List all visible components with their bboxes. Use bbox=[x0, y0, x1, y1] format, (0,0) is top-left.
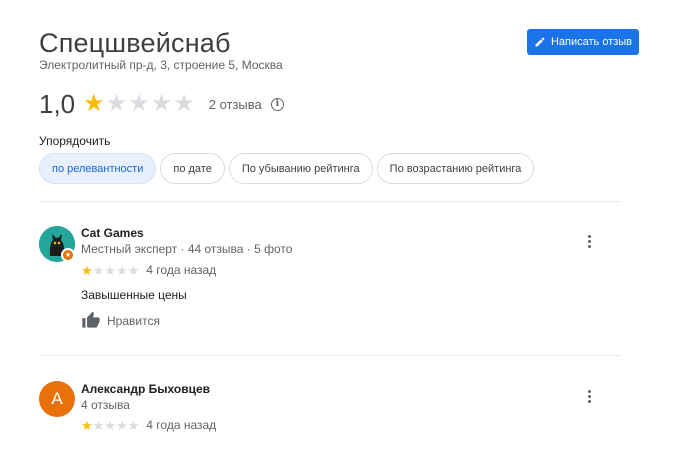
review-stars: ★ ★ ★ ★ ★ bbox=[81, 264, 139, 277]
sort-options: по релевантности по дате По убыванию рей… bbox=[39, 153, 535, 184]
star-empty-icon: ★ bbox=[150, 90, 173, 117]
star-empty-icon: ★ bbox=[115, 262, 128, 278]
review-rating-row: ★ ★ ★ ★ ★ 4 года назад bbox=[81, 263, 216, 277]
review-text: Завышенные цены bbox=[81, 288, 187, 302]
star-empty-icon: ★ bbox=[104, 417, 116, 433]
rating-summary: 1,0 ★ ★ ★ ★ ★ 2 отзыва i bbox=[39, 88, 284, 120]
star-empty-icon: ★ bbox=[127, 417, 140, 433]
sort-label: Упорядочить bbox=[39, 134, 111, 148]
star-filled-icon: ★ bbox=[81, 417, 93, 433]
place-title: Спецшвейснаб bbox=[39, 28, 231, 58]
author-avatar[interactable]: А bbox=[39, 381, 75, 417]
star-empty-icon: ★ bbox=[173, 90, 195, 117]
review-time: 4 года назад bbox=[146, 418, 217, 432]
info-icon[interactable]: i bbox=[270, 97, 284, 111]
divider bbox=[39, 201, 621, 202]
like-button[interactable]: Нравится bbox=[81, 311, 160, 330]
sort-chip-rating-asc[interactable]: По возрастанию рейтинга bbox=[376, 153, 535, 184]
review-author-meta: 4 отзыва bbox=[81, 398, 130, 412]
star-empty-icon: ★ bbox=[115, 417, 128, 433]
star-empty-icon: ★ bbox=[92, 417, 105, 433]
sort-chip-relevance[interactable]: по релевантности bbox=[39, 153, 157, 184]
star-empty-icon: ★ bbox=[105, 90, 128, 117]
write-review-button[interactable]: Написать отзыв bbox=[527, 29, 639, 55]
like-label: Нравится bbox=[107, 313, 160, 328]
rating-stars: ★ ★ ★ ★ ★ bbox=[83, 92, 195, 116]
star-empty-icon: ★ bbox=[127, 262, 140, 278]
divider bbox=[39, 355, 621, 356]
pencil-icon bbox=[535, 37, 545, 47]
place-address: Электролитный пр-д, 3, строение 5, Москв… bbox=[39, 58, 283, 72]
review-time: 4 года назад bbox=[146, 263, 217, 277]
review-author[interactable]: Александр Быховцев bbox=[81, 382, 210, 396]
local-guide-badge-icon: ★ bbox=[61, 248, 75, 262]
star-filled-icon: ★ bbox=[81, 262, 93, 278]
review-count[interactable]: 2 отзыва bbox=[209, 97, 262, 112]
more-options-icon[interactable] bbox=[583, 233, 595, 249]
review-item: ★ Cat Games Местный эксперт · 44 отзыва … bbox=[39, 226, 621, 336]
star-empty-icon: ★ bbox=[128, 90, 150, 117]
write-review-label: Написать отзыв bbox=[550, 36, 633, 48]
more-options-icon[interactable] bbox=[583, 388, 595, 404]
review-rating-row: ★ ★ ★ ★ ★ 4 года назад bbox=[81, 418, 216, 432]
sort-chip-rating-desc[interactable]: По убыванию рейтинга bbox=[228, 153, 373, 184]
review-author[interactable]: Cat Games bbox=[81, 226, 144, 240]
star-empty-icon: ★ bbox=[104, 262, 116, 278]
rating-value: 1,0 bbox=[39, 88, 76, 119]
review-author-meta: Местный эксперт · 44 отзыва · 5 фото bbox=[81, 242, 293, 256]
star-empty-icon: ★ bbox=[92, 262, 105, 278]
thumbs-up-icon bbox=[82, 311, 100, 328]
star-filled-icon: ★ bbox=[83, 90, 105, 117]
review-stars: ★ ★ ★ ★ ★ bbox=[81, 419, 139, 432]
sort-chip-date[interactable]: по дате bbox=[160, 153, 225, 184]
review-item: А Александр Быховцев 4 отзыва ★ ★ ★ ★ ★ 4 го… bbox=[39, 381, 621, 441]
